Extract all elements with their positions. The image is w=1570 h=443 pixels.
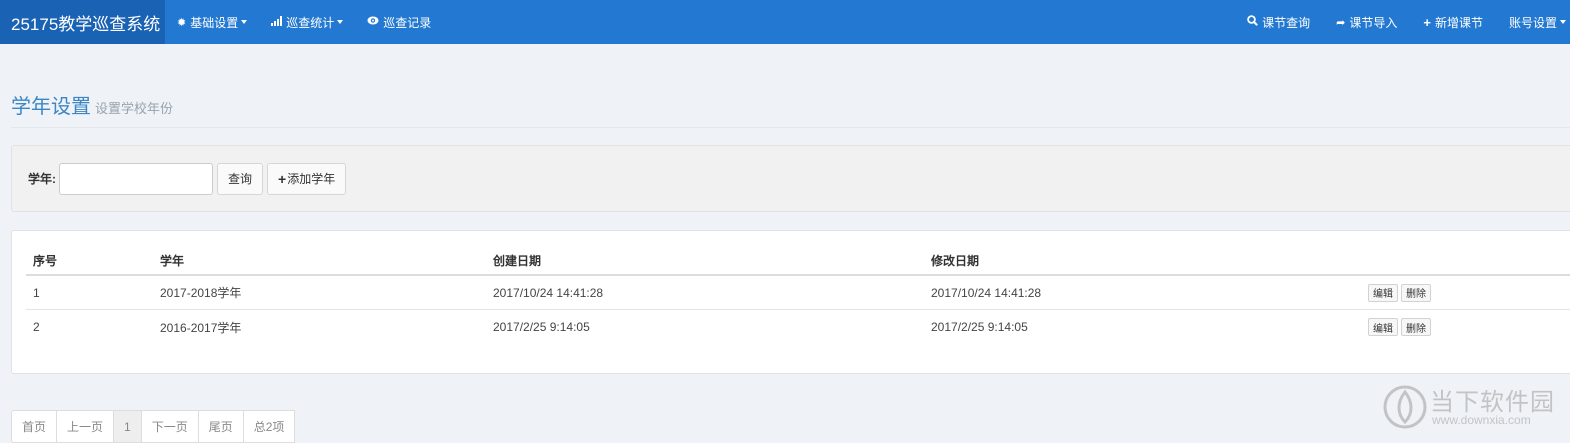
page-next[interactable]: 下一页	[140, 410, 199, 443]
edit-button[interactable]: 编辑	[1368, 283, 1398, 302]
delete-button[interactable]: 删除	[1401, 318, 1431, 336]
cell-year: 2017-2018学年	[160, 286, 242, 300]
app-brand[interactable]: 25175教学巡查系统	[0, 0, 165, 44]
edit-button[interactable]: 编辑	[1368, 318, 1398, 336]
nav-label: 巡查记录	[383, 15, 432, 30]
header-divider	[11, 127, 1570, 128]
watermark-logo-icon	[1383, 385, 1427, 429]
nav-label: 账号设置	[1508, 15, 1557, 30]
add-year-button[interactable]: + 添加学年	[267, 162, 347, 195]
cell-modified: 2017/2/25 9:14:05	[931, 320, 1028, 334]
cell-modified: 2017/10/24 14:41:28	[931, 285, 1042, 300]
page-current[interactable]: 1	[113, 410, 142, 443]
row-actions: 编辑 删除	[1368, 276, 1434, 309]
search-icon	[1247, 15, 1259, 29]
header-created: 创建日期	[493, 253, 542, 268]
share-icon: ➦	[1336, 16, 1346, 29]
nav-label: 新增课节	[1434, 15, 1483, 30]
nav-left: ✹ 基础设置 巡查统计 巡查记录	[177, 14, 455, 31]
header-index: 序号	[33, 253, 58, 268]
page-first[interactable]: 首页	[11, 410, 58, 443]
table-row: 1 2017-2018学年 2017/10/24 14:41:28 2017/1…	[26, 276, 1570, 310]
nav-inspection-records[interactable]: 巡查记录	[367, 14, 431, 31]
cell-year: 2016-2017学年	[160, 320, 242, 335]
nav-label: 课节导入	[1349, 15, 1398, 30]
plus-icon: +	[278, 170, 287, 187]
table-panel: 序号 学年 创建日期 修改日期 1 2017-2018学年 2017/10/24…	[11, 230, 1570, 374]
add-year-label: 添加学年	[287, 172, 336, 186]
nav-lesson-import[interactable]: ➦ 课节导入	[1336, 14, 1397, 31]
nav-basic-settings[interactable]: ✹ 基础设置	[177, 14, 248, 31]
caret-down-icon	[1560, 20, 1566, 24]
nav-lesson-query[interactable]: 课节查询	[1247, 14, 1310, 31]
page-total: 总2项	[242, 410, 296, 443]
eye-icon	[367, 16, 379, 28]
nav-label: 课节查询	[1262, 15, 1311, 30]
nav-label: 巡查统计	[286, 15, 335, 30]
nav-account-settings[interactable]: 账号设置	[1509, 14, 1566, 31]
nav-right: 课节查询 ➦ 课节导入 + 新增课节 账号设置	[1221, 0, 1566, 44]
cell-index: 2	[33, 320, 40, 334]
header-modified: 修改日期	[931, 253, 980, 268]
top-navbar: 25175教学巡查系统 ✹ 基础设置 巡查统计 巡查记录 课节查询 ➦ 课节导入…	[0, 0, 1570, 44]
caret-down-icon	[337, 20, 344, 24]
gear-icon: ✹	[177, 16, 187, 29]
cell-created: 2017/10/24 14:41:28	[493, 285, 604, 300]
cell-index: 1	[33, 285, 40, 300]
year-search-input[interactable]	[59, 162, 213, 195]
table-row: 2 2016-2017学年 2017/2/25 9:14:05 2017/2/2…	[26, 310, 1570, 344]
page-header: 学年设置 设置学校年份	[11, 90, 173, 119]
row-actions: 编辑 删除	[1368, 310, 1434, 344]
bar-chart-icon	[271, 15, 283, 29]
page-title: 学年设置	[11, 96, 91, 118]
delete-button[interactable]: 删除	[1401, 283, 1431, 302]
query-button[interactable]: 查询	[217, 162, 264, 195]
watermark-text: 当下软件园	[1430, 389, 1555, 416]
nav-label: 基础设置	[190, 15, 239, 30]
watermark-url: www.downxia.com	[1432, 413, 1531, 427]
table-header-row: 序号 学年 创建日期 修改日期	[26, 246, 1570, 276]
caret-down-icon	[241, 20, 248, 24]
search-panel: 学年: 查询 + 添加学年	[11, 145, 1570, 212]
header-year: 学年	[160, 253, 185, 268]
page-prev[interactable]: 上一页	[56, 410, 115, 443]
plus-icon: +	[1423, 14, 1431, 30]
nav-inspection-stats[interactable]: 巡查统计	[271, 14, 344, 31]
query-button-label: 查询	[228, 172, 253, 186]
year-table: 序号 学年 创建日期 修改日期 1 2017-2018学年 2017/10/24…	[26, 246, 1570, 344]
pagination: 首页 上一页 1 下一页 尾页 总2项	[11, 410, 296, 443]
page-last[interactable]: 尾页	[197, 410, 244, 443]
year-label: 学年:	[28, 172, 56, 186]
watermark: 当下软件园 www.downxia.com	[1382, 380, 1570, 440]
cell-created: 2017/2/25 9:14:05	[493, 320, 590, 334]
page-subtitle: 设置学校年份	[95, 101, 174, 116]
nav-add-lesson[interactable]: + 新增课节	[1423, 14, 1483, 31]
